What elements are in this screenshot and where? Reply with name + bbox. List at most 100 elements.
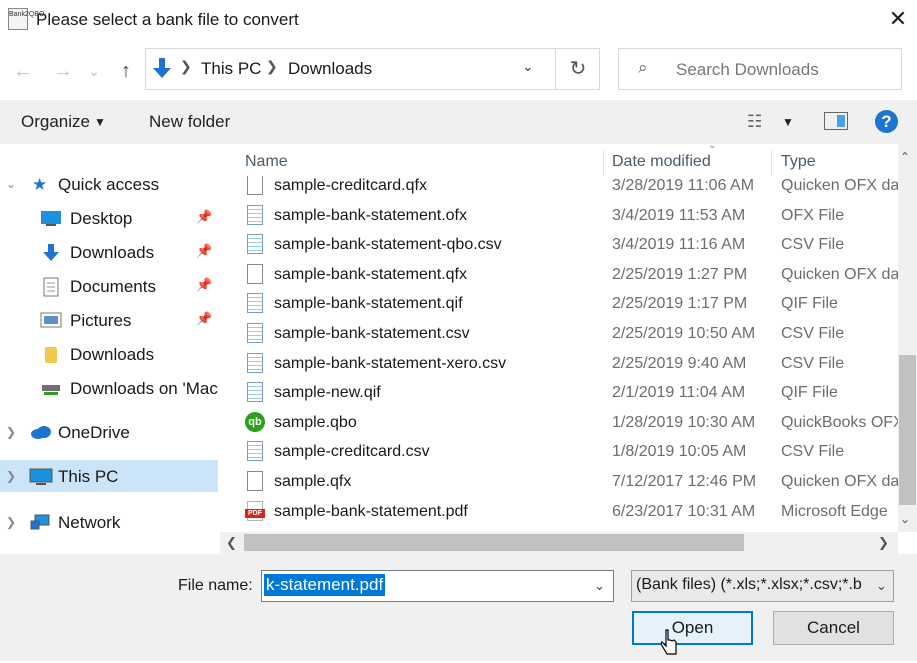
breadcrumb-downloads[interactable]: Downloads	[288, 59, 372, 79]
nav-item-label: Downloads	[70, 345, 155, 364]
column-divider[interactable]	[603, 150, 604, 176]
pin-icon[interactable]: 📌	[196, 311, 212, 327]
nav-item-label: Pictures	[70, 311, 132, 330]
nav-item-label: Network	[58, 513, 121, 532]
column-header-date-modified[interactable]: Date modified	[612, 153, 711, 171]
organize-button[interactable]: Organize	[21, 112, 90, 132]
nav-item-downloads-folder[interactable]: Downloads	[0, 338, 218, 370]
scroll-up-arrow-icon[interactable]: ⌃	[900, 150, 910, 164]
folder-icon	[42, 345, 62, 363]
nav-item-quick-access[interactable]: ⌄ ★ Quick access	[0, 168, 218, 200]
scroll-left-arrow-icon[interactable]: ❮	[226, 535, 237, 551]
blank-file-icon	[247, 176, 263, 195]
file-name-value[interactable]: k-statement.pdf	[264, 574, 386, 596]
refresh-button[interactable]: ↻	[565, 56, 591, 81]
breadcrumb-separator[interactable]: ❯	[180, 58, 192, 75]
mouse-cursor-icon	[660, 628, 678, 658]
back-button[interactable]: ←	[10, 58, 36, 84]
pin-icon[interactable]: 📌	[196, 243, 212, 259]
new-folder-button[interactable]: New folder	[149, 112, 230, 132]
horizontal-scroll-thumb[interactable]	[244, 534, 744, 551]
file-name: sample-bank-statement-qbo.csv	[274, 236, 502, 254]
search-placeholder: Search Downloads	[676, 60, 819, 79]
file-type: QIF File	[781, 384, 838, 402]
file-type: Quicken OFX data	[781, 177, 898, 194]
caret-down-icon[interactable]: ▼	[94, 115, 106, 129]
file-name: sample-bank-statement.ofx	[274, 206, 467, 224]
downloads-location-icon	[150, 56, 174, 82]
chevron-right-icon[interactable]: ❯	[6, 425, 16, 439]
data-file-icon	[247, 352, 263, 373]
nav-item-label: Documents	[70, 277, 156, 296]
desktop-folder-icon	[40, 209, 61, 227]
file-type: CSV File	[781, 236, 845, 254]
file-name: sample.qfx	[274, 473, 352, 490]
file-row[interactable]: sample-bank-statement.qif 2/25/2019 1:17…	[240, 290, 898, 319]
view-options-icon[interactable]: ☷	[747, 112, 762, 132]
file-row[interactable]: qb sample.qbo 1/28/2019 10:30 AM QuickBo…	[240, 409, 898, 438]
file-name: sample-bank-statement.qfx	[274, 265, 467, 283]
file-date: 2/25/2019 1:27 PM	[612, 265, 748, 283]
data-file-icon	[247, 441, 263, 462]
nav-item-desktop[interactable]: Desktop 📌	[0, 202, 218, 234]
pin-icon[interactable]: 📌	[196, 209, 212, 225]
navigation-pane: ⌄ ★ Quick access Desktop 📌 Downloads 📌 D…	[0, 144, 218, 554]
nav-item-pictures[interactable]: Pictures 📌	[0, 304, 218, 336]
file-row[interactable]: sample.qfx 7/12/2017 12:46 PM Quicken OF…	[240, 468, 898, 497]
scroll-down-arrow-icon[interactable]: ⌄	[900, 512, 910, 526]
file-row[interactable]: sample-bank-statement.ofx 3/4/2019 11:53…	[240, 202, 898, 231]
chevron-right-icon[interactable]: ❯	[6, 469, 16, 483]
cancel-button[interactable]: Cancel	[773, 611, 894, 645]
file-row[interactable]: sample-bank-statement-xero.csv 2/25/2019…	[240, 350, 898, 379]
chevron-expanded-icon[interactable]: ⌄	[6, 177, 16, 191]
help-icon[interactable]: ?	[875, 110, 898, 133]
forward-button[interactable]: →	[50, 58, 76, 84]
breadcrumb-separator[interactable]: ❯	[266, 58, 278, 75]
nav-item-onedrive[interactable]: ❯ OneDrive	[0, 416, 218, 448]
scroll-right-arrow-icon[interactable]: ❯	[878, 535, 889, 551]
file-row[interactable]: sample-bank-statement.qfx 2/25/2019 1:27…	[240, 261, 898, 290]
nav-item-downloads-on-mac[interactable]: Downloads on 'Mac	[0, 372, 218, 404]
nav-item-network[interactable]: ❯ Network	[0, 506, 218, 538]
file-date: 3/4/2019 11:53 AM	[612, 206, 746, 224]
column-header-name[interactable]: Name	[245, 153, 288, 171]
file-type: CSV File	[781, 354, 845, 372]
file-row[interactable]: sample-creditcard.csv 1/8/2019 10:05 AM …	[240, 438, 898, 467]
file-row[interactable]: sample-bank-statement-qbo.csv 3/4/2019 1…	[240, 231, 898, 260]
pin-icon[interactable]: 📌	[196, 277, 212, 293]
search-icon: ⌕	[638, 58, 648, 77]
nav-item-this-pc[interactable]: ❯ This PC	[0, 460, 218, 492]
documents-folder-icon	[42, 277, 62, 297]
file-row[interactable]: sample-new.qif 2/1/2019 11:04 AM QIF Fil…	[240, 379, 898, 408]
file-name: sample-bank-statement-xero.csv	[274, 354, 507, 372]
column-header-type[interactable]: Type	[781, 153, 816, 171]
address-dropdown-button[interactable]: ⌄	[522, 58, 534, 75]
file-date: 2/25/2019 9:40 AM	[612, 354, 747, 372]
chevron-right-icon[interactable]: ❯	[6, 515, 16, 529]
file-row[interactable]: sample-bank-statement.csv 2/25/2019 10:5…	[240, 320, 898, 349]
file-type-filter-value[interactable]: (Bank files) (*.xls;*.xlsx;*.csv;*.b	[636, 576, 872, 594]
open-button[interactable]: Open	[632, 611, 753, 645]
close-button[interactable]: ✕	[884, 6, 912, 34]
file-row[interactable]: sample-creditcard.qfx 3/28/2019 11:06 AM…	[240, 176, 898, 201]
nav-item-label: OneDrive	[58, 423, 130, 442]
blank-file-icon	[247, 471, 263, 491]
chevron-down-icon[interactable]: ⌄	[594, 578, 605, 594]
nav-item-downloads[interactable]: Downloads 📌	[0, 236, 218, 268]
nav-item-documents[interactable]: Documents 📌	[0, 270, 218, 302]
file-type: Microsoft Edge	[781, 502, 888, 520]
file-date: 7/12/2017 12:46 PM	[612, 473, 757, 490]
file-name-label: File name:	[178, 577, 253, 594]
preview-pane-icon[interactable]	[824, 112, 848, 130]
caret-down-icon[interactable]: ▼	[782, 115, 794, 129]
column-divider[interactable]	[771, 150, 772, 176]
file-row[interactable]: PDF sample-bank-statement.pdf 6/23/2017 …	[240, 498, 898, 527]
file-type: OFX File	[781, 206, 845, 224]
data-file-icon	[247, 204, 263, 225]
breadcrumb-this-pc[interactable]: This PC	[201, 59, 261, 79]
up-button[interactable]: ↑	[113, 58, 139, 84]
recent-locations-button[interactable]: ⌄	[84, 58, 104, 84]
chevron-down-icon[interactable]: ⌄	[876, 578, 887, 594]
vertical-scroll-thumb[interactable]	[899, 355, 916, 505]
command-toolbar	[0, 100, 917, 144]
